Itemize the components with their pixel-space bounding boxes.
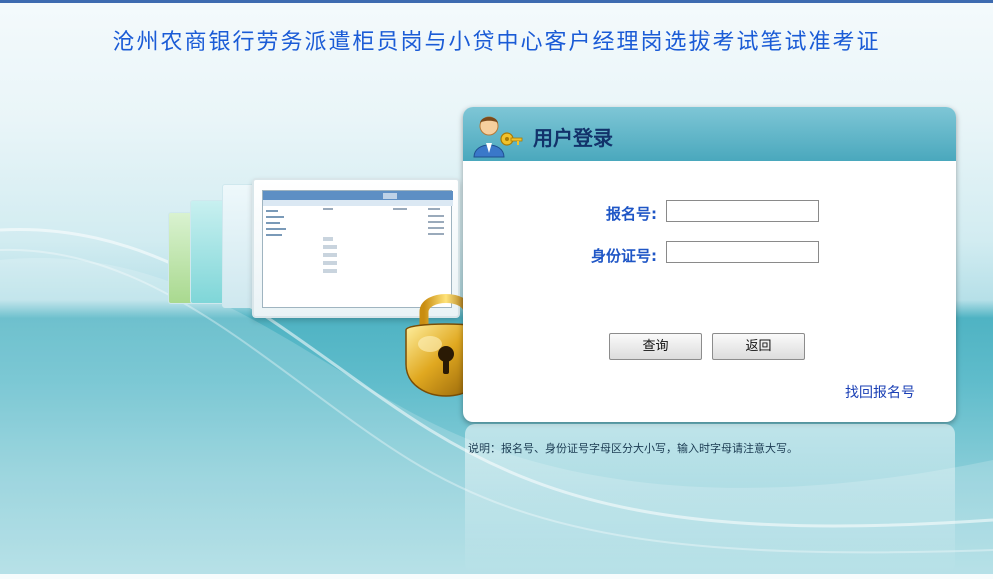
back-button[interactable]: 返回 [712,333,805,360]
bottom-edge [0,574,993,579]
query-button[interactable]: 查询 [609,333,702,360]
login-panel: 用户登录 报名号: 身份证号: 查询 返回 找回报名号 [463,107,956,422]
user-key-icon [473,116,523,158]
reg-no-label: 报名号: [606,205,657,223]
reg-no-input[interactable] [666,200,819,222]
instruction-note: 说明：报名号、身份证号字母区分大小写，输入时字母请注意大写。 [468,442,798,455]
id-no-input[interactable] [666,241,819,263]
recover-reg-no-link[interactable]: 找回报名号 [845,382,915,402]
login-title: 用户登录 [533,126,613,150]
page-title: 沧州农商银行劳务派遣柜员岗与小贷中心客户经理岗选拔考试笔试准考证 [112,30,881,55]
top-border [0,0,993,3]
login-header: 用户登录 [463,107,956,161]
id-no-label: 身份证号: [591,247,657,265]
